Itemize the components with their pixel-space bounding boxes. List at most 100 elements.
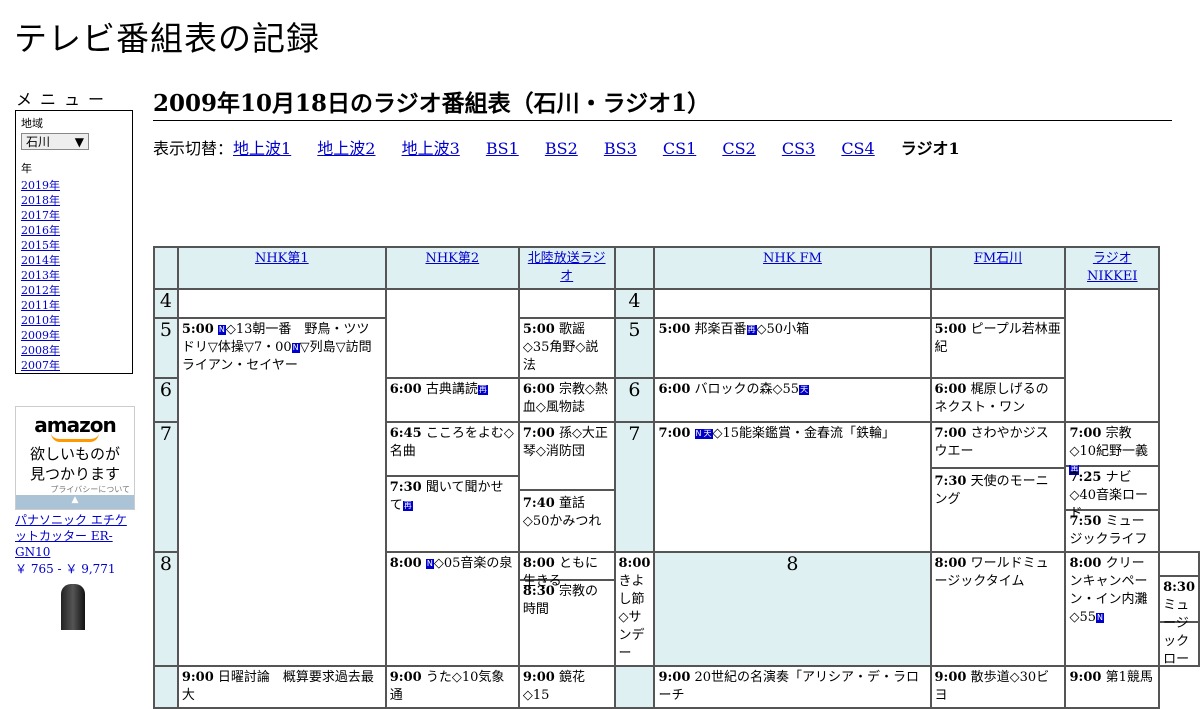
year-link-2007[interactable]: 2007年 <box>21 358 127 373</box>
program-cell[interactable]: 9:00 鏡花◇15 <box>517 665 616 709</box>
site-title: テレビ番組表の記録 <box>14 19 320 58</box>
year-link-2009[interactable]: 2009年 <box>21 328 127 343</box>
year-link-2010[interactable]: 2010年 <box>21 313 127 328</box>
switch-link-terrestrial1[interactable]: 地上波1 <box>233 139 291 158</box>
switch-link-terrestrial3[interactable]: 地上波3 <box>402 139 460 158</box>
channel-link-radio-nikkei[interactable]: ラジオNIKKEI <box>1087 251 1138 284</box>
switch-link-bs3[interactable]: BS3 <box>604 139 637 158</box>
weather-icon: 天 <box>702 429 713 439</box>
program-time: 7:00 <box>1069 426 1102 441</box>
program-cell[interactable]: 8:30 宗教の時間 <box>521 581 613 621</box>
hour-label: 6 <box>613 377 656 423</box>
amazon-logo: amazon <box>34 413 116 437</box>
program-cell[interactable]: 6:00 古典講読再 <box>384 377 520 423</box>
amazon-ad-banner[interactable]: amazon 欲しいものが 見つかります プライバシーについて ▲ <box>15 406 135 510</box>
year-link-2016[interactable]: 2016年 <box>21 223 127 238</box>
year-link-2019[interactable]: 2019年 <box>21 178 127 193</box>
program-cell[interactable]: 6:45 こころをよむ◇名曲 <box>387 424 517 477</box>
empty-cell <box>1161 554 1198 577</box>
caret-up-icon: ▲ <box>71 495 79 505</box>
program-cell[interactable]: 7:00 孫◇大正琴◇消防団 <box>520 424 613 491</box>
year-link-2008[interactable]: 2008年 <box>21 343 127 358</box>
program-cell[interactable]: 7:25 ナビ◇40音楽ロード <box>1067 467 1158 521</box>
news-icon: N <box>291 343 300 353</box>
product-image[interactable] <box>61 584 85 630</box>
program-cell[interactable]: 7:50 ミュージックライフ <box>1067 511 1157 550</box>
menu-box: 地域 石川 ▼ 年 2019年 2018年 2017年 2016年 2015年 … <box>15 110 133 374</box>
switch-link-cs4[interactable]: CS4 <box>841 139 874 158</box>
program-cell[interactable]: 6:00 バロックの森◇55天 <box>653 377 932 423</box>
program-stack: 7:00 孫◇大正琴◇消防団 7:40 童話◇50かみつれ <box>517 421 616 553</box>
program-cell[interactable]: 5:00 ピープル若林亜紀 <box>929 317 1067 379</box>
program-time: 9:00 <box>522 670 555 685</box>
year-link-2015[interactable]: 2015年 <box>21 238 127 253</box>
year-link-2011[interactable]: 2011年 <box>21 298 127 313</box>
switch-link-bs1[interactable]: BS1 <box>486 139 519 158</box>
program-cell[interactable]: 8:00 N◇05音楽の泉 <box>384 551 520 667</box>
program-cell[interactable]: 8:00 クリーンキャンペーン・イン内灘◇55N <box>1064 551 1161 667</box>
product-price: ￥ 765 - ￥ 9,771 <box>15 562 116 576</box>
program-time: 7:00 <box>934 426 967 441</box>
program-cell[interactable]: 5:00 N◇13朝一番 野鳥・ツツドリ▽体操▽7・00N▽列島▽訪問ライアン・… <box>176 317 387 667</box>
program-time: 9:00 <box>934 670 967 685</box>
program-cell[interactable]: 5:00 邦楽百番再◇50小箱 <box>653 317 932 379</box>
program-time: 6:00 <box>934 382 967 397</box>
program-title: 古典講読 <box>425 382 478 397</box>
ad-expand-bar[interactable]: ▲ <box>16 495 134 509</box>
hour-label: 7 <box>153 421 179 553</box>
ad-privacy-link[interactable]: プライバシーについて <box>16 484 134 495</box>
program-cell[interactable]: 9:00 第1競馬 <box>1064 665 1161 709</box>
program-cell[interactable]: 9:00 日曜討論 概算要求過去最大 <box>176 665 387 709</box>
switch-link-cs1[interactable]: CS1 <box>663 139 696 158</box>
program-cell[interactable]: 9:00 散歩道◇30ビヨ <box>929 665 1067 709</box>
hour-label: 5 <box>153 317 179 379</box>
program-time: 7:50 <box>1069 514 1102 529</box>
switch-link-cs3[interactable]: CS3 <box>782 139 815 158</box>
program-cell[interactable]: 8:30 ミュージックロード <box>1161 577 1198 664</box>
region-label: 地域 <box>21 117 43 130</box>
program-time: 8:00 <box>389 556 422 571</box>
region-select[interactable]: 石川 ▼ <box>21 133 89 150</box>
hour-label: 4 <box>613 288 656 319</box>
channel-header: NHK FM <box>653 246 932 290</box>
program-time: 8:30 <box>1163 580 1195 595</box>
switch-link-terrestrial2[interactable]: 地上波2 <box>317 139 375 158</box>
program-time: 7:00 <box>522 426 555 441</box>
program-cell[interactable]: 8:00 ともに生きる <box>520 554 613 589</box>
program-cell[interactable]: 5:00 歌謡◇35角野◇説法 <box>517 317 616 379</box>
program-cell[interactable]: 7:00 N 天◇15能楽鑑賞・金春流「鉄輪」 <box>653 421 932 553</box>
channel-link-nhk1[interactable]: NHK第1 <box>255 251 309 266</box>
channel-link-mro[interactable]: 北陸放送ラジオ <box>528 251 606 284</box>
program-time: 7:00 <box>658 426 691 441</box>
program-time: 7:30 <box>389 480 422 495</box>
program-cell[interactable]: 7:30 聞いて聞かせて再 <box>388 477 517 517</box>
program-cell[interactable]: 9:00 うた◇10気象通 <box>384 665 520 709</box>
switch-link-bs2[interactable]: BS2 <box>545 139 578 158</box>
year-link-2012[interactable]: 2012年 <box>21 283 127 298</box>
program-cell[interactable]: 6:00 梶原しげるのネクスト・ワン <box>929 377 1067 423</box>
empty-cell <box>653 288 932 319</box>
program-cell[interactable]: 7:00 さわやかジスウエー <box>932 424 1064 469</box>
channel-link-nhkfm[interactable]: NHK FM <box>763 251 822 266</box>
year-link-2018[interactable]: 2018年 <box>21 193 127 208</box>
channel-link-nhk2[interactable]: NHK第2 <box>425 251 479 266</box>
program-time: 7:40 <box>522 496 555 511</box>
channel-header: NHK第2 <box>384 246 520 290</box>
program-cell[interactable]: 8:00 ワールドミュージックタイム <box>929 551 1067 667</box>
program-cell[interactable]: 7:40 童話◇50かみつれ <box>521 491 613 535</box>
program-cell[interactable]: 8:00 きよし節◇サンデー <box>613 551 656 667</box>
program-cell[interactable]: 7:30 天使のモーニング <box>932 469 1063 513</box>
news-icon: N <box>425 559 434 569</box>
program-cell[interactable]: 7:00 宗教◇10紀野一義再 <box>1067 424 1158 475</box>
product-link[interactable]: パナソニック エチケットカッター ER-GN10 <box>15 512 135 560</box>
year-link-2014[interactable]: 2014年 <box>21 253 127 268</box>
hour-label <box>613 665 656 709</box>
program-cell[interactable]: 6:00 宗教◇熱血◇風物誌 <box>517 377 616 423</box>
channel-link-fm-ishikawa[interactable]: FM石川 <box>974 251 1022 266</box>
program-cell[interactable]: 9:00 20世紀の名演奏「アリシア・デ・ラローチ <box>653 665 932 709</box>
switch-link-cs2[interactable]: CS2 <box>722 139 755 158</box>
year-link-2013[interactable]: 2013年 <box>21 268 127 283</box>
program-time: 8:00 <box>522 556 555 571</box>
program-title: 邦楽百番 <box>694 322 747 337</box>
year-link-2017[interactable]: 2017年 <box>21 208 127 223</box>
